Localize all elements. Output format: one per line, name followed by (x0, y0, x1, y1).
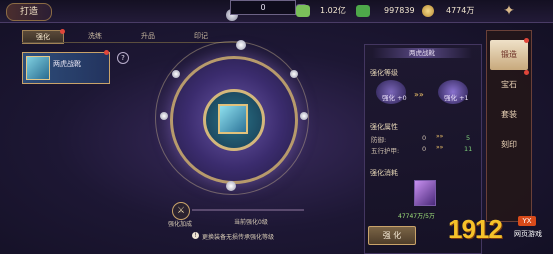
help-icon[interactable]: ? (117, 52, 129, 64)
equip-slot[interactable]: 两虎战靴 (22, 52, 110, 84)
watermark-sub: 网页游戏 (514, 230, 542, 238)
attr-from: 0 (422, 134, 427, 142)
watermark-badge: YX (518, 216, 536, 226)
resource-jade (356, 3, 370, 18)
sidebar-item-forge[interactable]: 锻造 (490, 40, 528, 70)
attr-to: 5 (466, 134, 471, 142)
settings-icon[interactable]: ✦ (499, 2, 519, 20)
attr-to: 11 (464, 145, 473, 153)
sidebar-item-gem[interactable]: 宝石 (490, 70, 528, 100)
orb-icon (290, 70, 298, 78)
gold-coin-icon (422, 4, 434, 17)
cash-icon (296, 4, 310, 17)
boots-icon (218, 104, 248, 134)
equip-notify-dot (104, 50, 109, 55)
arrow-right-icon: »» (436, 144, 444, 151)
forge-center-slot[interactable] (203, 89, 265, 151)
arrow-right-icon: »» (414, 90, 424, 99)
crystal-icon[interactable] (414, 180, 436, 206)
current-level-label: 当前强化0级 (234, 219, 268, 226)
sidebar-item-engrave[interactable]: 刻印 (490, 130, 528, 160)
orb-icon (172, 70, 180, 78)
strengthen-button[interactable]: 强 化 (368, 226, 416, 245)
gem-icon (356, 4, 370, 17)
bonus-label: 强化加成 (168, 221, 193, 228)
hint-text: 更换装备无损传承强化等级 (202, 234, 275, 241)
attr-from: 0 (422, 145, 427, 153)
warning-icon: ! (192, 232, 199, 239)
cost-value: 47747万/5万 (398, 213, 435, 220)
resource-silver (296, 3, 310, 18)
orb-icon (226, 181, 236, 191)
resource-gold (422, 3, 434, 18)
sidebar-item-set[interactable]: 套装 (490, 100, 528, 130)
tab-refine[interactable]: 洗练 (75, 30, 115, 42)
page-title: 打造 (6, 3, 52, 21)
progress-track (192, 209, 304, 211)
attr-header: 强化属性 (370, 123, 398, 131)
sidebar-notify-dot (524, 70, 529, 75)
level-header: 强化等级 (370, 69, 398, 77)
resource-jade-value: 997839 (384, 6, 415, 15)
cost-header: 强化消耗 (370, 169, 398, 177)
tab-imprint[interactable]: 印记 (181, 30, 221, 42)
panel-title: 两虎战靴 (372, 48, 472, 58)
tab-upgrade[interactable]: 升品 (128, 30, 168, 42)
tab-notify-dot (60, 29, 65, 34)
boots-icon (26, 56, 50, 80)
resource-gold-value: 4774万 (446, 6, 475, 15)
resource-input[interactable]: 0 (230, 0, 296, 15)
watermark-logo: 1912 YX 网页游戏 (448, 214, 548, 250)
tab-underline (22, 42, 237, 43)
resource-silver-value: 1.02亿 (320, 6, 346, 15)
arrow-right-icon: »» (436, 133, 444, 140)
orb-icon (300, 112, 308, 120)
watermark-brand: 1912 (448, 214, 503, 244)
level-to: 强化 +1 (444, 94, 469, 102)
sidebar-notify-dot (524, 38, 529, 43)
level-from: 强化 +0 (382, 94, 407, 102)
attr-label: 五行护甲: (371, 147, 400, 155)
attr-label: 防御: (371, 136, 387, 144)
orb-icon (160, 112, 168, 120)
orb-icon (236, 40, 246, 50)
bonus-icon[interactable]: ⚔ (172, 202, 190, 220)
equip-name: 两虎战靴 (53, 60, 81, 68)
